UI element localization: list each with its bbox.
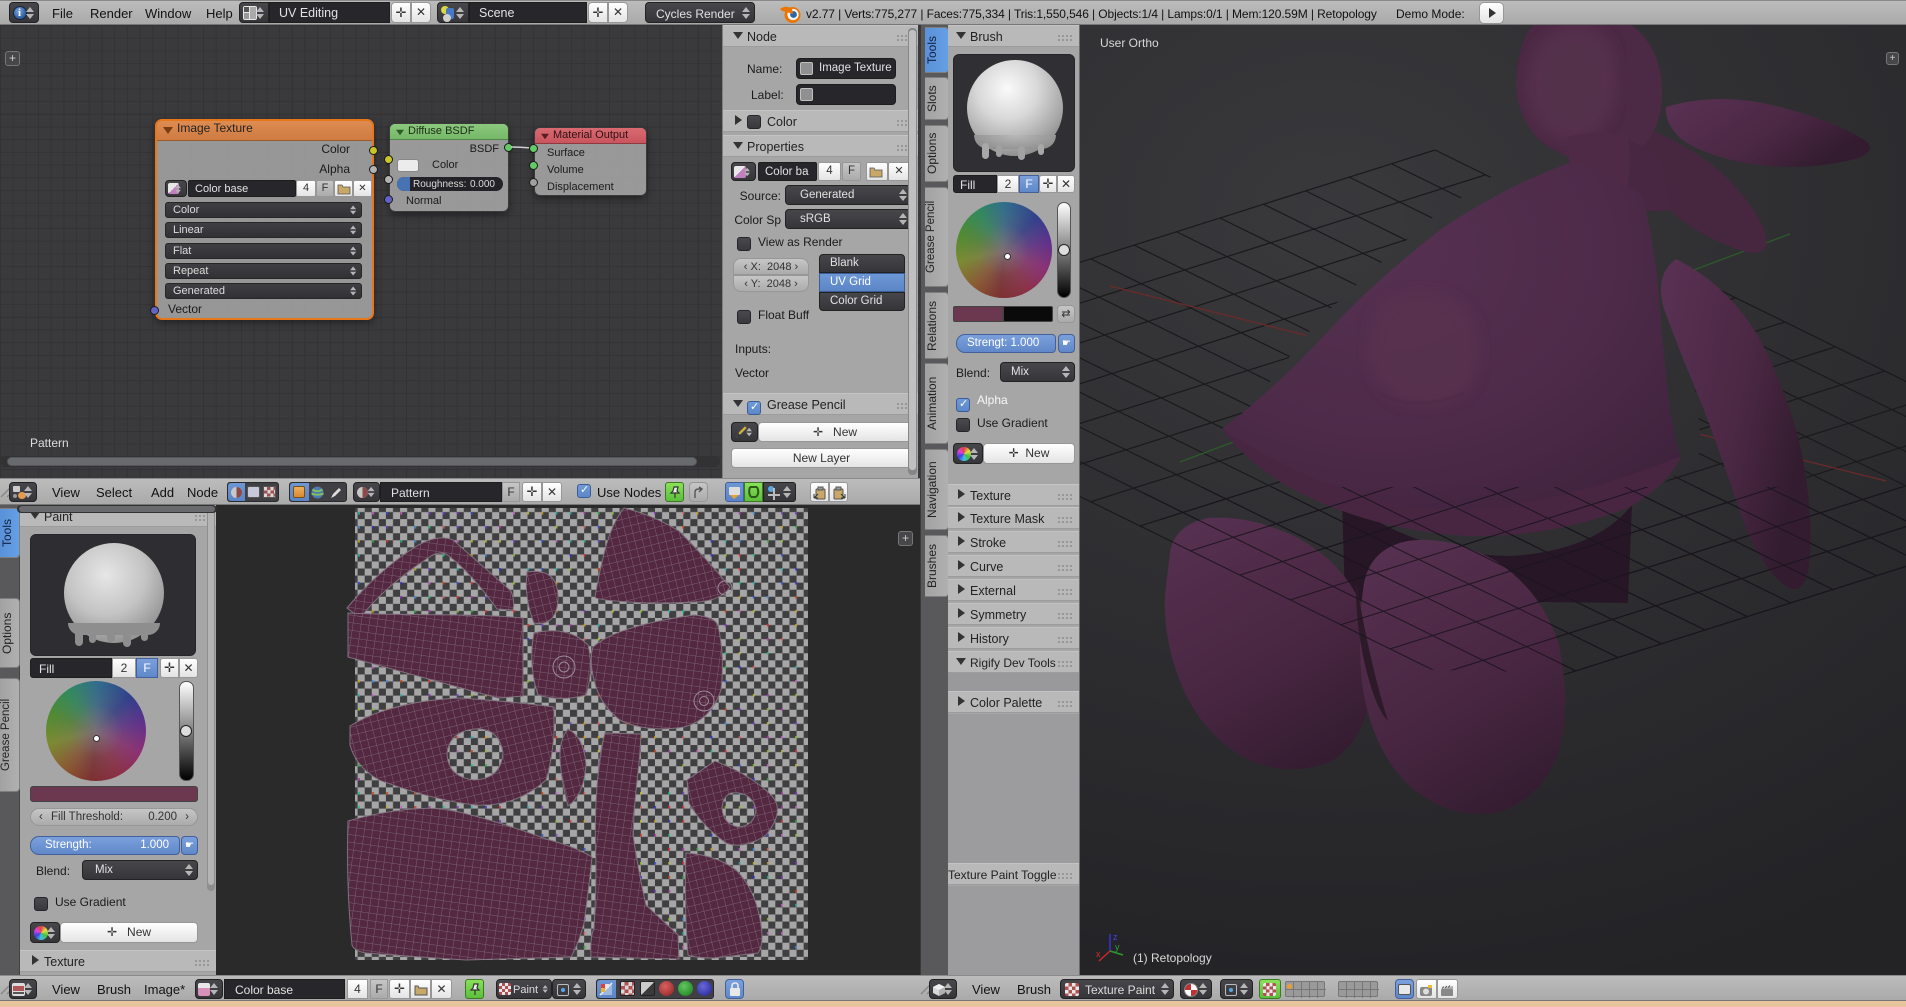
svg-text:z: z bbox=[1113, 932, 1118, 942]
svg-text:y: y bbox=[1115, 942, 1120, 952]
svg-text:x: x bbox=[1096, 949, 1101, 959]
